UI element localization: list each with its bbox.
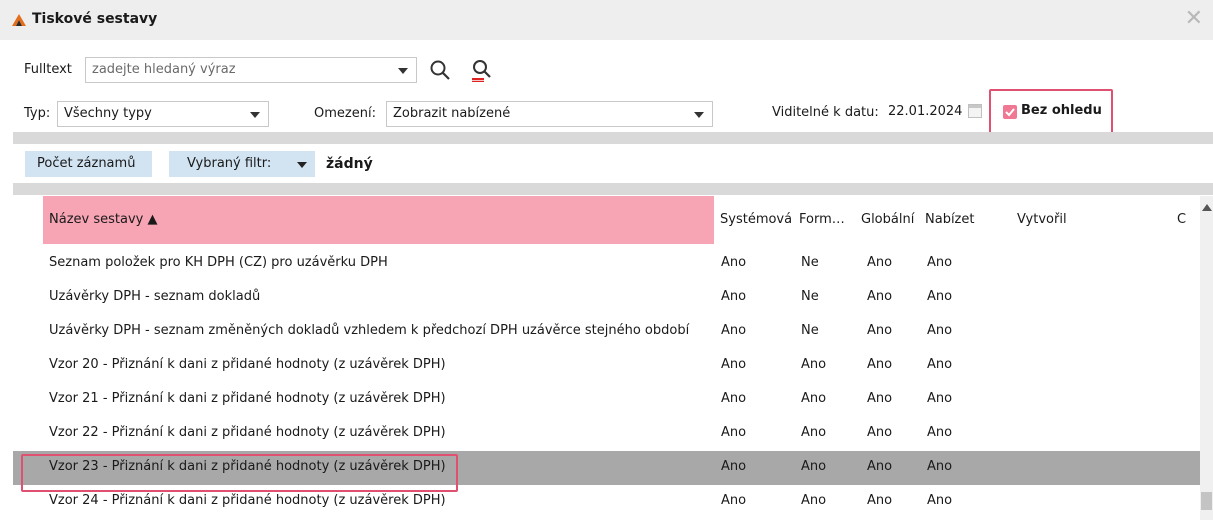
- cell-offer: Ano: [927, 391, 953, 406]
- separator: [13, 132, 1213, 144]
- cell-form: Ano: [801, 425, 827, 440]
- app-logo-icon: [12, 14, 26, 26]
- chevron-down-icon[interactable]: [398, 68, 408, 74]
- scroll-up-icon[interactable]: [1202, 204, 1212, 211]
- typ-value: Všechny typy: [64, 106, 152, 121]
- cell-global: Ano: [867, 323, 893, 338]
- cell-form: Ano: [801, 391, 827, 406]
- table-header: Název sestavy ▲ Systémová Form… Globální…: [13, 196, 1200, 244]
- record-count-label: Počet záznamů: [37, 156, 136, 171]
- cell-global: Ano: [867, 391, 893, 406]
- date-value: 22.01.2024: [888, 104, 963, 119]
- cell-global: Ano: [867, 459, 893, 474]
- cell-system: Ano: [721, 459, 747, 474]
- chevron-down-icon[interactable]: [694, 112, 704, 118]
- column-header-name[interactable]: Název sestavy ▲: [43, 196, 714, 244]
- close-icon[interactable]: ✕: [1185, 6, 1203, 31]
- cell-name: Uzávěrky DPH - seznam změněných dokladů …: [49, 323, 690, 338]
- fulltext-label: Fulltext: [24, 62, 72, 77]
- cell-name: Vzor 21 - Přiznání k dani z přidané hodn…: [49, 391, 446, 406]
- cell-system: Ano: [721, 357, 747, 372]
- cell-system: Ano: [721, 391, 747, 406]
- highlight-box: [21, 454, 458, 492]
- filter-select[interactable]: Vybraný filtr:: [169, 151, 315, 177]
- cell-system: Ano: [721, 255, 747, 270]
- chevron-down-icon[interactable]: [250, 112, 260, 118]
- table-row[interactable]: Vzor 20 - Přiznání k dani z přidané hodn…: [13, 349, 1200, 383]
- column-header-system[interactable]: Systémová: [714, 196, 793, 244]
- record-count-button[interactable]: Počet záznamů: [25, 151, 152, 177]
- table-row[interactable]: Vzor 22 - Přiznání k dani z přidané hodn…: [13, 417, 1200, 451]
- cell-name: Vzor 22 - Přiznání k dani z přidané hodn…: [49, 425, 446, 440]
- table-row[interactable]: Uzávěrky DPH - seznam dokladů Ano Ne Ano Ano: [13, 281, 1200, 315]
- typ-label: Typ:: [24, 106, 51, 121]
- cell-global: Ano: [867, 493, 893, 508]
- calendar-icon[interactable]: [968, 104, 982, 118]
- filter-label: Vybraný filtr:: [187, 156, 272, 171]
- cell-name: Vzor 20 - Přiznání k dani z přidané hodn…: [49, 357, 446, 372]
- omezeni-select[interactable]: Zobrazit nabízené: [386, 101, 713, 127]
- window-title: Tiskové sestavy: [32, 11, 158, 27]
- search-icon[interactable]: [428, 58, 452, 82]
- cell-system: Ano: [721, 289, 747, 304]
- cell-offer: Ano: [927, 289, 953, 304]
- cell-name: Seznam položek pro KH DPH (CZ) pro uzávě…: [49, 255, 388, 270]
- column-header-author[interactable]: Vytvořil: [1011, 196, 1171, 244]
- cell-offer: Ano: [927, 255, 953, 270]
- fulltext-input[interactable]: zadejte hledaný výraz: [85, 57, 417, 83]
- scrollbar-thumb[interactable]: [1201, 492, 1212, 510]
- column-header-global[interactable]: Globální: [855, 196, 919, 244]
- cell-form: Ano: [801, 357, 827, 372]
- cell-offer: Ano: [927, 459, 953, 474]
- chevron-down-icon[interactable]: [297, 162, 307, 168]
- cell-form: Ano: [801, 493, 827, 508]
- bez-ohledu-label[interactable]: Bez ohledu: [1021, 103, 1102, 118]
- cell-system: Ano: [721, 493, 747, 508]
- checkbox-checked-icon[interactable]: [1003, 105, 1017, 119]
- column-header-offer[interactable]: Nabízet: [919, 196, 1011, 244]
- vertical-scrollbar[interactable]: [1200, 196, 1213, 520]
- filter-value: žádný: [326, 156, 373, 172]
- cell-global: Ano: [867, 255, 893, 270]
- clear-search-icon[interactable]: [470, 58, 494, 82]
- date-label: Viditelné k datu:: [772, 105, 879, 120]
- cell-system: Ano: [721, 323, 747, 338]
- cell-offer: Ano: [927, 323, 953, 338]
- window-titlebar: Tiskové sestavy ✕: [0, 0, 1213, 40]
- cell-global: Ano: [867, 357, 893, 372]
- cell-system: Ano: [721, 425, 747, 440]
- typ-select[interactable]: Všechny typy: [57, 101, 269, 127]
- cell-global: Ano: [867, 425, 893, 440]
- column-header-c[interactable]: C: [1171, 196, 1200, 244]
- cell-offer: Ano: [927, 493, 953, 508]
- cell-form: Ne: [801, 289, 819, 304]
- cell-form: Ano: [801, 459, 827, 474]
- cell-form: Ne: [801, 255, 819, 270]
- table-row[interactable]: Uzávěrky DPH - seznam změněných dokladů …: [13, 315, 1200, 349]
- cell-offer: Ano: [927, 425, 953, 440]
- cell-form: Ne: [801, 323, 819, 338]
- table-row[interactable]: Seznam položek pro KH DPH (CZ) pro uzávě…: [13, 247, 1200, 281]
- cell-global: Ano: [867, 289, 893, 304]
- column-header-form[interactable]: Form…: [793, 196, 855, 244]
- cell-name: Vzor 24 - Přiznání k dani z přidané hodn…: [49, 493, 446, 508]
- table-row[interactable]: Vzor 21 - Přiznání k dani z přidané hodn…: [13, 383, 1200, 417]
- fulltext-placeholder: zadejte hledaný výraz: [92, 62, 236, 77]
- cell-offer: Ano: [927, 357, 953, 372]
- separator: [13, 183, 1213, 195]
- cell-name: Uzávěrky DPH - seznam dokladů: [49, 289, 261, 304]
- omezeni-value: Zobrazit nabízené: [393, 106, 511, 121]
- omezeni-label: Omezení:: [314, 106, 376, 121]
